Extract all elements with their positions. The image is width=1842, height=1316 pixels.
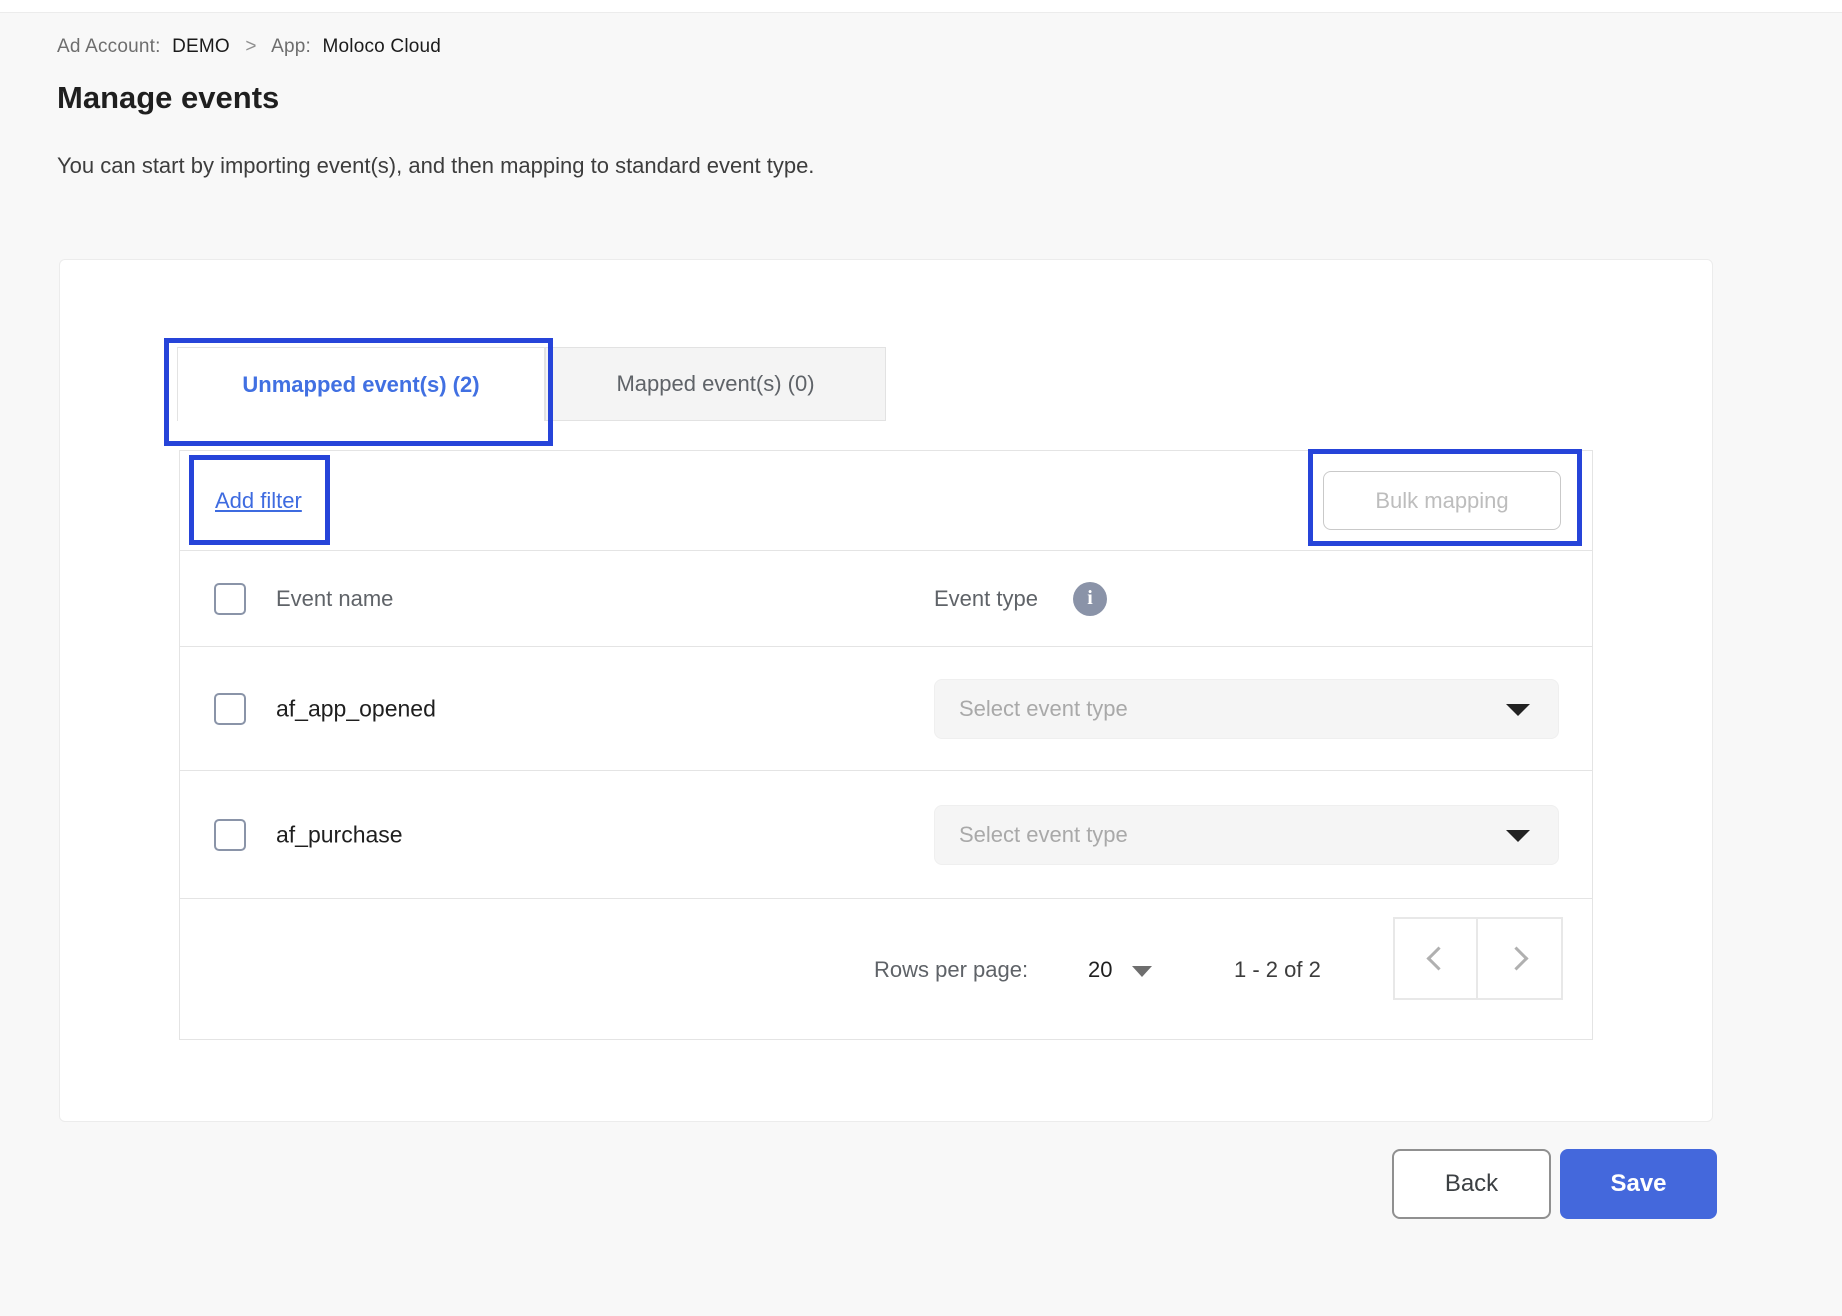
info-icon[interactable]: i [1073,582,1107,616]
page-title: Manage events [57,80,279,116]
table-row: af_purchase Select event type [180,771,1592,899]
breadcrumb-app-label: App: [271,36,311,57]
event-name-cell: af_app_opened [276,695,436,722]
tab-mapped-events[interactable]: Mapped event(s) (0) [545,347,886,421]
column-header-event-name: Event name [276,586,393,612]
event-type-select[interactable]: Select event type [934,805,1559,865]
chevron-right-icon [1504,946,1528,970]
events-table: Add filter Bulk mapping Event name Event… [179,450,1593,1040]
event-type-select[interactable]: Select event type [934,679,1559,739]
next-page-button[interactable] [1478,917,1563,1000]
select-placeholder: Select event type [959,822,1128,848]
select-placeholder: Select event type [959,696,1128,722]
breadcrumb-app-value: Moloco Cloud [323,36,442,57]
pager [1393,917,1563,1000]
select-all-checkbox[interactable] [214,583,246,615]
back-button[interactable]: Back [1392,1149,1551,1219]
breadcrumb-ad-account-label: Ad Account: [57,36,161,57]
add-filter-link[interactable]: Add filter [215,488,302,514]
filter-row: Add filter Bulk mapping [180,451,1592,551]
chevron-left-icon [1426,946,1450,970]
rows-per-page-label: Rows per page: [874,957,1028,983]
column-header-event-type: Event type [934,586,1038,612]
save-button[interactable]: Save [1560,1149,1717,1219]
page-range-text: 1 - 2 of 2 [1234,957,1321,983]
breadcrumb-separator: > [245,36,256,57]
caret-down-icon[interactable] [1132,966,1152,977]
table-header-row: Event name Event type i [180,551,1592,647]
rows-per-page-value[interactable]: 20 [1088,957,1112,983]
table-row: af_app_opened Select event type [180,647,1592,771]
event-name-cell: af_purchase [276,821,403,848]
tab-unmapped-events[interactable]: Unmapped event(s) (2) [177,347,545,421]
page-subtitle: You can start by importing event(s), and… [57,153,814,179]
top-bar [0,0,1842,13]
breadcrumb-ad-account-value: DEMO [172,36,230,57]
breadcrumb: Ad Account: DEMO > App: Moloco Cloud [57,36,441,58]
row-checkbox[interactable] [214,819,246,851]
page: Ad Account: DEMO > App: Moloco Cloud Man… [0,0,1842,1316]
row-checkbox[interactable] [214,693,246,725]
caret-down-icon [1506,704,1530,716]
pagination-row: Rows per page: 20 1 - 2 of 2 [180,899,1592,1040]
prev-page-button[interactable] [1393,917,1478,1000]
caret-down-icon [1506,830,1530,842]
bulk-mapping-button[interactable]: Bulk mapping [1323,471,1561,530]
